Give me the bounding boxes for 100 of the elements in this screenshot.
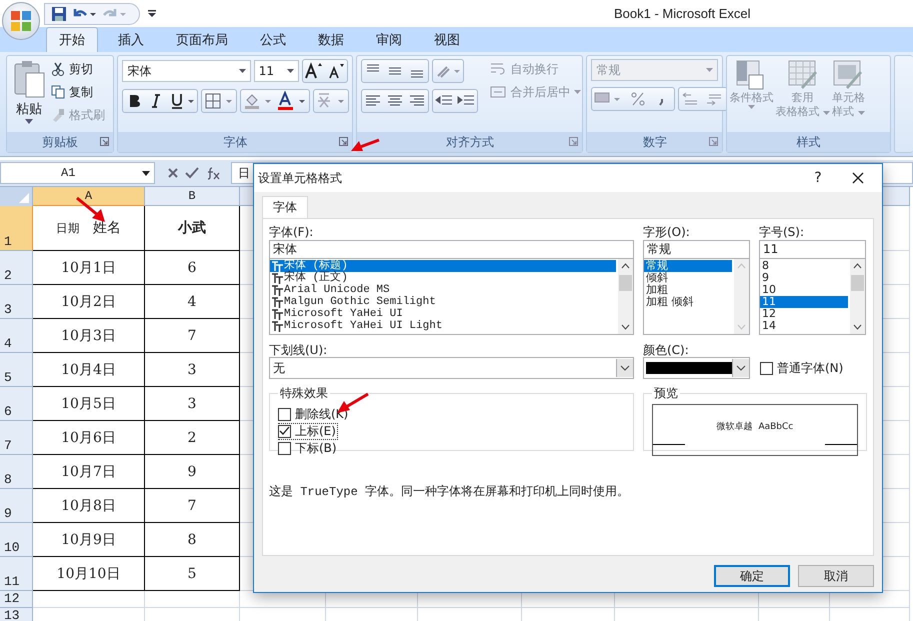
field-label: 字形(O): bbox=[643, 225, 691, 239]
customize-icon[interactable] bbox=[148, 10, 156, 18]
merge-icon bbox=[490, 85, 506, 99]
office-button[interactable] bbox=[2, 2, 40, 40]
info-text: 这是 TrueType 字体。同一种字体将在屏幕和打印机上同时使用。 bbox=[269, 484, 630, 500]
list-item[interactable]: 常规 bbox=[644, 260, 732, 272]
save-icon[interactable] bbox=[51, 6, 67, 22]
list-item[interactable]: 12 bbox=[760, 308, 848, 320]
table-cell: 4 bbox=[145, 285, 240, 319]
check-icon[interactable] bbox=[185, 167, 199, 179]
scroll-down-icon[interactable] bbox=[621, 324, 630, 330]
ribbon-tab[interactable]: 插入 bbox=[106, 27, 156, 52]
chevron-down-icon bbox=[736, 365, 746, 371]
table-cell: 3 bbox=[145, 387, 240, 421]
row-header[interactable]: 8 bbox=[0, 455, 33, 489]
list-item[interactable]: Microsoft YaHei UI bbox=[270, 308, 616, 320]
font-size-combo[interactable]: 11 bbox=[254, 60, 300, 82]
color-select[interactable] bbox=[643, 357, 750, 379]
scrollbar[interactable] bbox=[618, 259, 633, 334]
ribbon-tab[interactable]: 视图 bbox=[422, 27, 472, 52]
cut-button[interactable]: 剪切 bbox=[51, 59, 105, 79]
row-header[interactable]: 12 bbox=[0, 591, 33, 608]
row-header[interactable]: 1 bbox=[0, 206, 33, 251]
row-header[interactable]: 2 bbox=[0, 251, 33, 285]
clipboard-icon bbox=[12, 59, 46, 99]
dialog-button[interactable]: 取消 bbox=[798, 565, 874, 587]
truetype-icon bbox=[272, 320, 283, 332]
row-header[interactable]: 9 bbox=[0, 489, 33, 523]
table-cell: 10月9日 bbox=[33, 523, 145, 557]
group-label: 字体 bbox=[223, 134, 248, 150]
cancel-icon[interactable] bbox=[167, 167, 179, 179]
function-icon[interactable] bbox=[205, 166, 221, 180]
caret-icon bbox=[706, 68, 714, 72]
list-item[interactable]: 加粗 倾斜 bbox=[644, 296, 732, 308]
caret-icon bbox=[822, 111, 830, 115]
ribbon-tab[interactable]: 数据 bbox=[306, 27, 356, 52]
scroll-thumb[interactable] bbox=[851, 275, 864, 291]
list-item[interactable]: 14 bbox=[760, 320, 848, 332]
list-item[interactable]: 10 bbox=[760, 284, 848, 296]
row-header[interactable]: 10 bbox=[0, 523, 33, 557]
scrollbar[interactable] bbox=[850, 259, 865, 334]
ribbon-tab[interactable]: 页面布局 bbox=[164, 27, 240, 52]
cell-brush-icon bbox=[832, 59, 864, 91]
row-header[interactable]: 6 bbox=[0, 387, 33, 421]
table-cell: 10月3日 bbox=[33, 319, 145, 353]
ribbon-tab[interactable]: 审阅 bbox=[364, 27, 414, 52]
scroll-down-icon[interactable] bbox=[853, 324, 862, 330]
wrap-text-icon bbox=[490, 62, 506, 76]
input-field[interactable]: 11 bbox=[759, 240, 866, 259]
list-item[interactable]: 宋体 (正文) bbox=[270, 272, 616, 284]
scissors-icon bbox=[51, 62, 65, 76]
group-label: 剪贴板 bbox=[42, 134, 78, 150]
input-field[interactable]: 常规 bbox=[643, 240, 750, 259]
list-box[interactable]: 8 9 10 11 12 14 bbox=[759, 259, 866, 335]
list-box[interactable]: 常规 倾斜 加粗 加粗 倾斜 bbox=[643, 259, 750, 335]
scroll-up-icon[interactable] bbox=[621, 263, 630, 269]
dialog-launcher-icon[interactable] bbox=[100, 137, 110, 146]
dialog-tab[interactable]: 字体 bbox=[262, 196, 308, 218]
row-header[interactable]: 7 bbox=[0, 421, 33, 455]
list-box[interactable]: 宋体 (标题) 宋体 (正文) Arial Unicode MS Malgun Gothic Semilight Microsoft YaHei UI Microsoft YaHei UI Light bbox=[269, 259, 634, 335]
list-item[interactable]: 11 bbox=[760, 296, 848, 308]
dialog-button[interactable]: 确定 bbox=[714, 565, 790, 587]
row-header[interactable]: 5 bbox=[0, 353, 33, 387]
group-label: 数字 bbox=[642, 134, 667, 150]
list-item[interactable]: 宋体 (标题) bbox=[270, 260, 616, 272]
caret-icon bbox=[858, 111, 865, 115]
list-item[interactable]: Arial Unicode MS bbox=[270, 284, 616, 296]
table-cell: 7 bbox=[145, 489, 240, 523]
column-header[interactable]: B bbox=[145, 187, 240, 206]
row-header[interactable]: 13 bbox=[0, 608, 33, 621]
list-item[interactable]: 8 bbox=[760, 260, 848, 272]
underline-select[interactable]: 无 bbox=[269, 357, 634, 379]
list-item[interactable]: 9 bbox=[760, 272, 848, 284]
scroll-up-icon[interactable] bbox=[853, 263, 862, 269]
column-header[interactable]: A bbox=[33, 187, 145, 206]
paste-button[interactable]: 粘贴 bbox=[11, 59, 47, 129]
row-header[interactable]: 4 bbox=[0, 319, 33, 353]
close-icon[interactable] bbox=[852, 172, 864, 184]
list-item[interactable]: 倾斜 bbox=[644, 272, 732, 284]
ribbon-tab[interactable]: 公式 bbox=[248, 27, 298, 52]
input-field[interactable]: 宋体 bbox=[269, 240, 634, 259]
table-cell: 小武 bbox=[145, 206, 240, 251]
row-header[interactable]: 3 bbox=[0, 285, 33, 319]
normal-font-checkbox[interactable]: 普通字体(N) bbox=[760, 360, 844, 377]
scroll-thumb[interactable] bbox=[619, 275, 632, 291]
truetype-icon bbox=[272, 308, 283, 320]
effect-checkbox[interactable]: 下标(B) bbox=[278, 440, 625, 457]
help-button[interactable]: ? bbox=[798, 170, 838, 186]
dialog-launcher-icon[interactable] bbox=[339, 137, 348, 146]
list-item[interactable]: Microsoft YaHei UI Light bbox=[270, 320, 616, 332]
list-item[interactable]: Malgun Gothic Semilight bbox=[270, 296, 616, 308]
list-item[interactable]: 加粗 bbox=[644, 284, 732, 296]
ribbon-tab[interactable]: 开始 bbox=[46, 27, 98, 52]
row-header[interactable]: 11 bbox=[0, 557, 33, 591]
name-box[interactable]: A1 bbox=[0, 162, 155, 184]
brush-icon bbox=[51, 108, 65, 122]
copy-button[interactable]: 复制 bbox=[51, 82, 105, 102]
effect-checkbox[interactable]: 上标(E) bbox=[278, 423, 338, 440]
font-combo[interactable]: 宋体 bbox=[122, 60, 251, 82]
table-brush-icon bbox=[786, 59, 819, 91]
